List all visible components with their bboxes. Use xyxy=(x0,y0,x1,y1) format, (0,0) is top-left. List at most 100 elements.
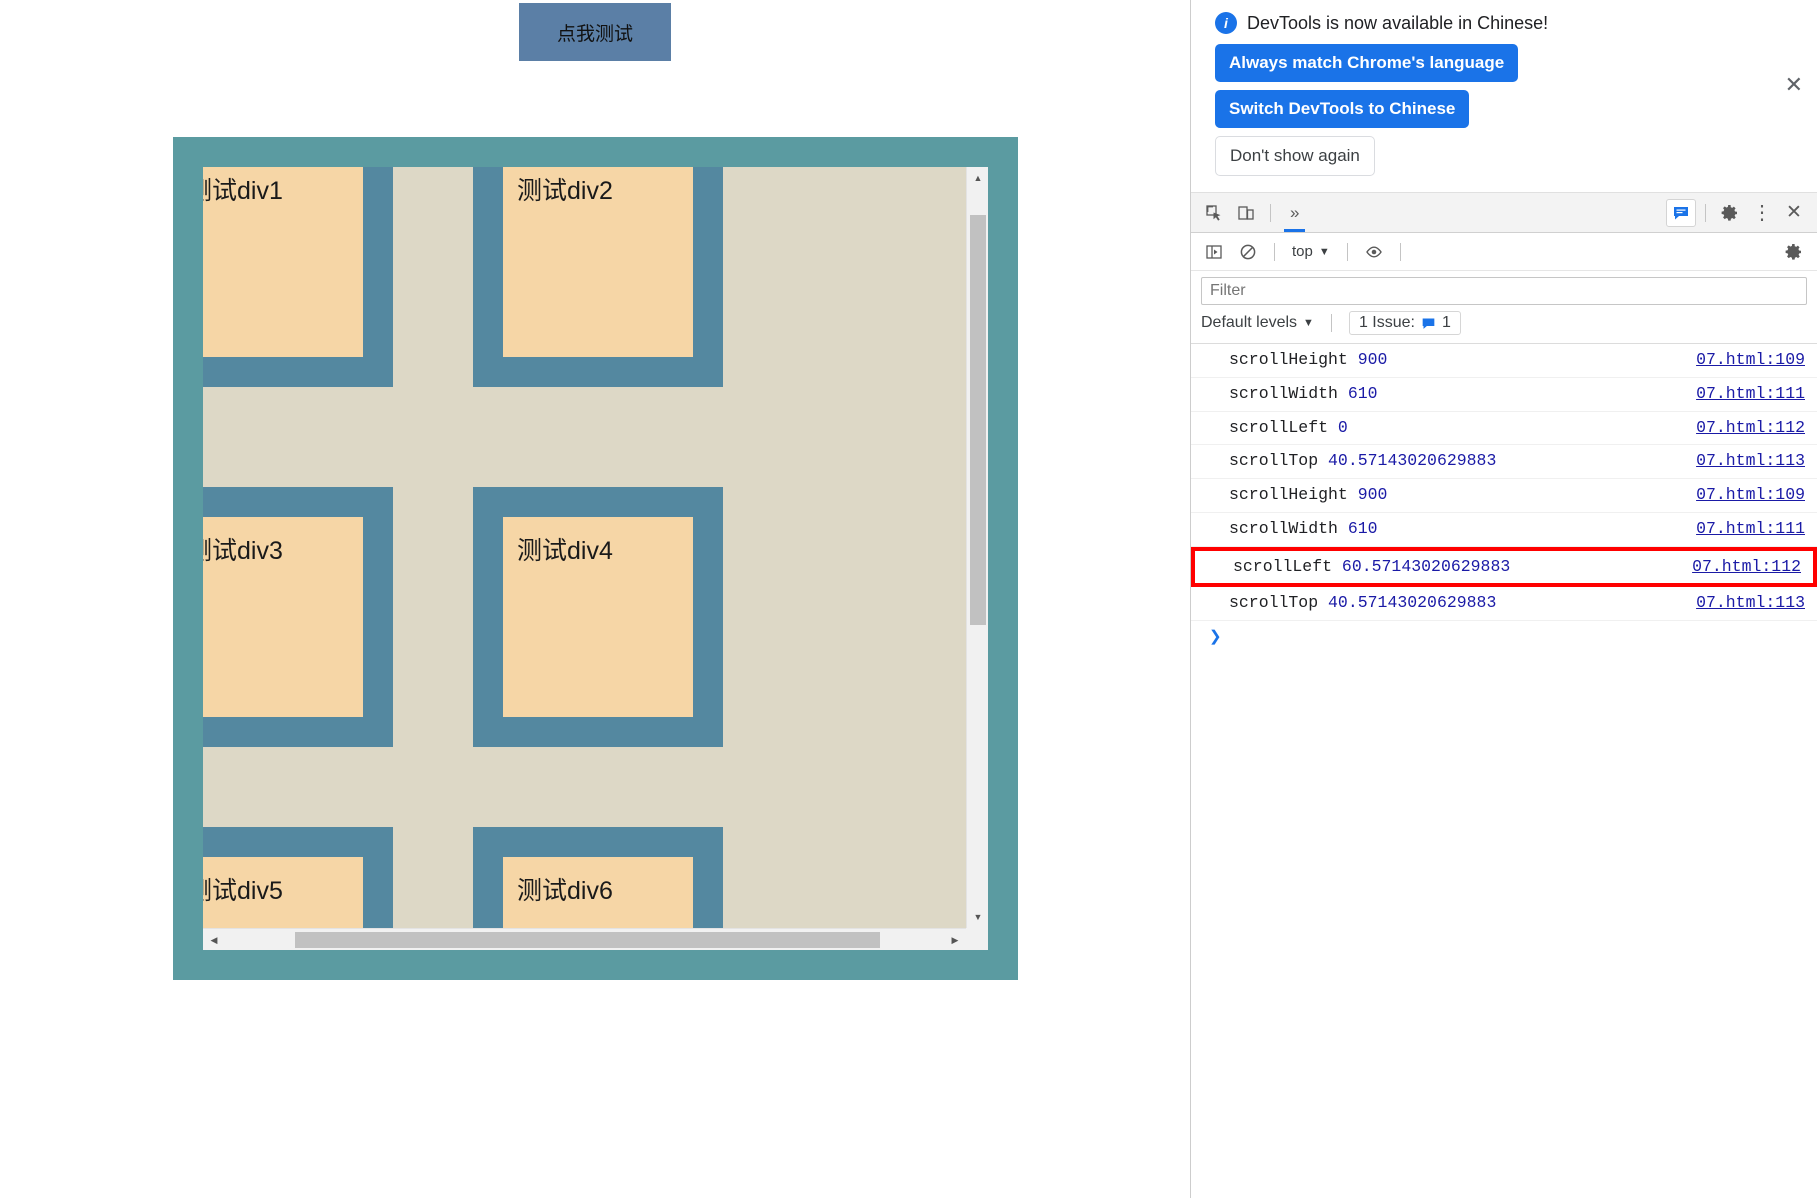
console-log-message: scrollHeight 900 xyxy=(1229,349,1684,372)
console-log-row[interactable]: scrollLeft 0 07.html:112 xyxy=(1191,412,1817,446)
console-log-label: scrollHeight xyxy=(1229,350,1358,369)
console-settings-gear-icon[interactable] xyxy=(1779,238,1809,266)
clear-console-icon[interactable] xyxy=(1233,238,1263,266)
console-log-row[interactable]: scrollTop 40.57143020629883 07.html:113 xyxy=(1191,587,1817,622)
console-log-label: scrollLeft xyxy=(1233,556,1342,576)
close-icon[interactable]: ✕ xyxy=(1785,74,1803,96)
issues-label: 1 Issue: xyxy=(1358,314,1415,331)
console-log-source-link[interactable]: 07.html:111 xyxy=(1696,518,1805,541)
console-log-message: scrollTop 40.57143020629883 xyxy=(1229,450,1684,473)
console-log-row[interactable]: scrollLeft 60.57143020629883 07.html:112 xyxy=(1191,546,1817,588)
console-log-message: scrollWidth 610 xyxy=(1229,383,1684,406)
levels-divider xyxy=(1330,314,1332,332)
horizontal-scrollbar-thumb[interactable] xyxy=(295,932,880,948)
vertical-scrollbar-thumb[interactable] xyxy=(970,215,986,625)
console-log-message: scrollLeft 60.57143020629883 xyxy=(1233,556,1680,579)
console-log-source-link[interactable]: 07.html:111 xyxy=(1696,383,1805,406)
cell-wrapper-1: 测试div1 xyxy=(203,167,393,387)
console-log-row[interactable]: scrollHeight 900 07.html:109 xyxy=(1191,344,1817,378)
console-log-source-link[interactable]: 07.html:112 xyxy=(1696,417,1805,440)
devtools-panel: i DevTools is now available in Chinese! … xyxy=(1190,0,1817,1198)
console-message-icon[interactable] xyxy=(1666,198,1696,227)
console-log-row[interactable]: scrollWidth 610 07.html:111 xyxy=(1191,513,1817,547)
execution-context-selector[interactable]: top ▼ xyxy=(1286,243,1336,260)
always-match-language-button[interactable]: Always match Chrome's language xyxy=(1215,44,1519,82)
scrollbar-corner xyxy=(966,928,988,950)
console-log-value: 40.57143020629883 xyxy=(1328,593,1497,613)
issues-count: 1 xyxy=(1441,314,1451,331)
console-log-message: scrollLeft 0 xyxy=(1229,417,1684,440)
console-log-value: 40.57143020629883 xyxy=(1328,451,1497,471)
console-log-label: scrollWidth xyxy=(1229,383,1348,403)
console-log-source-link[interactable]: 07.html:109 xyxy=(1696,349,1805,372)
toolbar-divider-2 xyxy=(1705,203,1706,222)
cell-wrapper-3: 测试div3 xyxy=(203,487,393,747)
scroll-content-plane: 测试div1 测试div2 测试div3 测试div4 测试div5 xyxy=(203,167,753,950)
console-log-list: scrollHeight 900 07.html:109 scrollWidth 6… xyxy=(1191,344,1817,622)
console-sidebar-icon[interactable] xyxy=(1199,238,1229,266)
test-trigger-button[interactable]: 点我测试 xyxy=(519,3,671,61)
console-log-row[interactable]: scrollWidth 610 07.html:111 xyxy=(1191,378,1817,412)
console-log-row[interactable]: scrollTop 40.57143020629883 07.html:113 xyxy=(1191,445,1817,480)
horizontal-scrollbar-track[interactable]: ◀ ▶ xyxy=(203,928,988,950)
info-icon: i xyxy=(1215,12,1237,34)
more-options-icon[interactable]: ⋮ xyxy=(1747,199,1777,227)
console-log-label: scrollWidth xyxy=(1229,518,1348,538)
close-devtools-icon[interactable]: ✕ xyxy=(1779,199,1809,227)
console-log-value: 900 xyxy=(1357,485,1388,505)
console-log-value: 610 xyxy=(1347,518,1378,538)
vertical-scrollbar-track[interactable]: ▲ ▼ xyxy=(966,167,988,950)
console-log-label: scrollTop xyxy=(1229,451,1329,471)
cell-wrapper-4: 测试div4 xyxy=(473,487,723,747)
inspect-element-icon[interactable] xyxy=(1199,199,1229,227)
scroll-up-arrow-icon[interactable]: ▲ xyxy=(967,167,988,189)
console-log-row[interactable]: scrollHeight 900 07.html:109 xyxy=(1191,479,1817,513)
device-toolbar-icon[interactable] xyxy=(1231,199,1261,227)
execution-context-value: top xyxy=(1292,243,1313,260)
scroll-down-arrow-icon[interactable]: ▼ xyxy=(967,906,988,928)
issues-button[interactable]: 1 Issue: 1 xyxy=(1348,311,1461,335)
screenshot-root: 点我测试 测试div1 测试div2 测试div3 测试div4 xyxy=(0,0,1817,1198)
devtools-locale-banner: i DevTools is now available in Chinese! … xyxy=(1191,0,1817,193)
issue-message-icon xyxy=(1422,318,1435,329)
console-log-source-link[interactable]: 07.html:113 xyxy=(1696,450,1805,473)
console-toolbar: top ▼ xyxy=(1191,233,1817,271)
console-log-message: scrollWidth 610 xyxy=(1229,518,1684,541)
console-log-source-link[interactable]: 07.html:109 xyxy=(1696,484,1805,507)
cell-wrapper-2: 测试div2 xyxy=(473,167,723,387)
console-log-label: scrollTop xyxy=(1229,593,1329,613)
console-log-message: scrollHeight 900 xyxy=(1229,484,1684,507)
scroll-frame-outer: 测试div1 测试div2 测试div3 测试div4 测试div5 xyxy=(173,137,1018,980)
console-log-source-link[interactable]: 07.html:113 xyxy=(1696,592,1805,615)
console-toolbar-divider-3 xyxy=(1399,242,1401,261)
console-levels-row: Default levels ▼ 1 Issue: 1 xyxy=(1191,305,1817,344)
dont-show-again-button[interactable]: Don't show again xyxy=(1215,136,1375,176)
prompt-chevron-icon: ❯ xyxy=(1209,628,1222,646)
chevron-down-icon: ▼ xyxy=(1318,245,1330,258)
console-toolbar-divider-1 xyxy=(1274,242,1275,261)
scroll-right-arrow-icon[interactable]: ▶ xyxy=(944,929,966,950)
console-log-label: scrollLeft xyxy=(1229,417,1338,437)
console-log-message: scrollTop 40.57143020629883 xyxy=(1229,592,1684,615)
console-log-value: 60.57143020629883 xyxy=(1341,556,1511,576)
toolbar-divider-1 xyxy=(1270,203,1271,222)
switch-devtools-language-button[interactable]: Switch DevTools to Chinese xyxy=(1215,90,1470,128)
settings-gear-icon[interactable] xyxy=(1715,199,1745,227)
scroll-left-arrow-icon[interactable]: ◀ xyxy=(203,929,225,950)
scrollable-container[interactable]: 测试div1 测试div2 测试div3 测试div4 测试div5 xyxy=(203,167,988,950)
more-tabs-button[interactable]: » xyxy=(1280,194,1309,232)
default-levels-dropdown[interactable]: Default levels ▼ xyxy=(1201,314,1324,332)
console-log-label: scrollHeight xyxy=(1229,485,1358,505)
console-filter-row xyxy=(1191,271,1817,305)
console-filter-input[interactable] xyxy=(1201,277,1807,305)
console-toolbar-divider-2 xyxy=(1346,242,1348,261)
test-div-4: 测试div4 xyxy=(503,517,693,717)
test-div-1: 测试div1 xyxy=(203,167,363,357)
test-div-2: 测试div2 xyxy=(503,167,693,357)
banner-message: DevTools is now available in Chinese! xyxy=(1247,12,1549,33)
console-prompt-row[interactable]: ❯ xyxy=(1191,621,1817,651)
live-expression-eye-icon[interactable] xyxy=(1359,238,1389,266)
default-levels-label: Default levels xyxy=(1201,314,1298,331)
console-log-source-link[interactable]: 07.html:112 xyxy=(1692,556,1801,579)
console-log-value: 610 xyxy=(1347,383,1378,403)
